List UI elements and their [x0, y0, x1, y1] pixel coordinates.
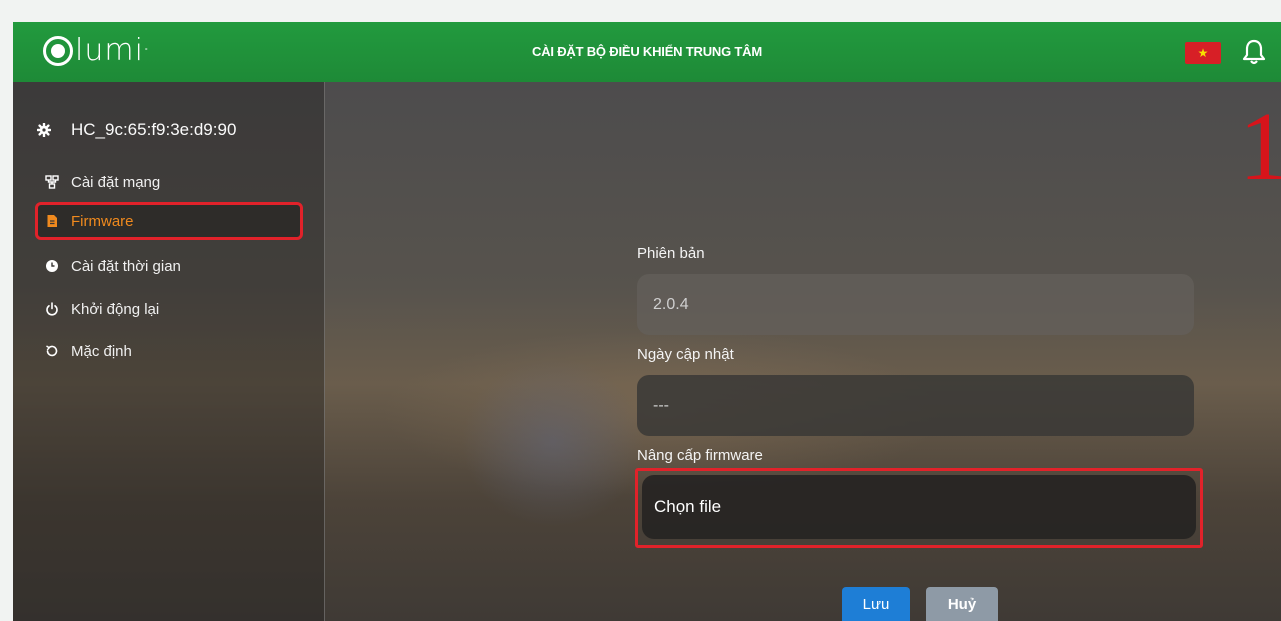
version-field: 2.0.4 — [637, 274, 1194, 335]
sidebar-item-label: Firmware — [71, 212, 134, 230]
update-date-value: --- — [653, 396, 669, 414]
upgrade-firmware-label: Nâng cấp firmware — [637, 447, 763, 464]
reset-icon — [46, 345, 58, 357]
clock-icon — [46, 260, 58, 272]
network-icon — [45, 175, 59, 189]
sidebar-item-network[interactable]: Cài đặt mạng — [35, 166, 303, 198]
choose-file-label: Chọn file — [654, 497, 722, 516]
update-date-field: --- — [637, 375, 1194, 436]
sidebar-item-label: Khởi động lại — [71, 300, 160, 318]
sidebar-item-label: Cài đặt thời gian — [71, 257, 181, 275]
version-value: 2.0.4 — [653, 295, 689, 313]
gear-icon — [37, 123, 51, 137]
version-label: Phiên bản — [637, 245, 705, 262]
bell-icon[interactable] — [1241, 38, 1267, 66]
cancel-button[interactable]: Huỷ — [926, 587, 998, 621]
sidebar-item-label: Mặc định — [71, 342, 132, 360]
sidebar-item-default[interactable]: Mặc định — [35, 335, 303, 367]
power-icon — [46, 302, 58, 316]
sidebar-item-time-settings[interactable]: Cài đặt thời gian — [35, 250, 303, 282]
device-header: HC_9c:65:f9:3e:d9:90 — [37, 120, 236, 140]
file-highlight-frame: Chọn file — [635, 468, 1203, 548]
app-window: lumi ° CÀI ĐẶT BỘ ĐIỀU KHIỂN TRUNG TÂM ★… — [13, 22, 1281, 621]
sidebar: HC_9c:65:f9:3e:d9:90 Cài đặt mạng Firmwa… — [13, 82, 325, 621]
sidebar-item-label: Cài đặt mạng — [71, 173, 161, 191]
save-button[interactable]: Lưu — [842, 587, 910, 621]
step-number-annotation: 1 — [1239, 93, 1281, 201]
page-title: CÀI ĐẶT BỘ ĐIỀU KHIỂN TRUNG TÂM — [532, 44, 762, 59]
sidebar-item-firmware[interactable]: Firmware — [35, 202, 303, 240]
top-header: lumi ° CÀI ĐẶT BỘ ĐIỀU KHIỂN TRUNG TÂM ★ — [13, 22, 1281, 82]
device-name: HC_9c:65:f9:3e:d9:90 — [71, 120, 237, 139]
sidebar-item-restart[interactable]: Khởi động lại — [35, 293, 303, 325]
choose-file-button[interactable]: Chọn file — [642, 475, 1196, 539]
file-icon — [47, 215, 57, 227]
vietnam-flag-icon[interactable]: ★ — [1185, 42, 1221, 64]
update-date-label: Ngày cập nhật — [637, 346, 734, 363]
